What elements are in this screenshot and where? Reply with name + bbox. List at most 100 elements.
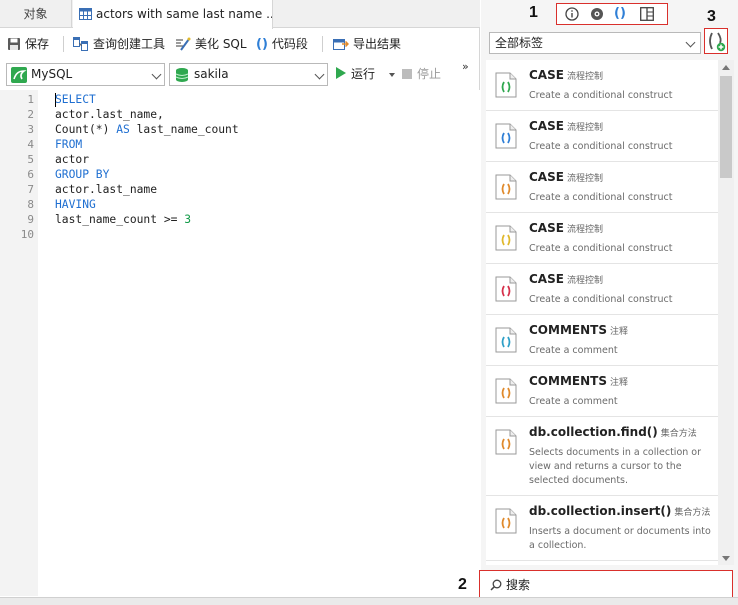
- snippet-file-icon: [495, 378, 517, 404]
- code-braces-icon: (): [256, 37, 268, 52]
- stop-button[interactable]: 停止: [402, 63, 441, 85]
- snippet-item[interactable]: CASE 流程控制 Create a conditional construct: [486, 111, 718, 162]
- snippet-tag: 集合方法: [674, 508, 711, 518]
- export-icon: [333, 36, 350, 58]
- snippet-item[interactable]: COMMENTS 注释 Create a comment: [486, 315, 718, 366]
- toolbar-divider: [322, 36, 323, 52]
- snippet-file-icon: [495, 123, 517, 149]
- sql-text: Count(*): [55, 123, 117, 136]
- code-snippet-icon[interactable]: (): [614, 7, 632, 21]
- more-tools-button[interactable]: »: [462, 61, 469, 72]
- search-input[interactable]: [506, 575, 716, 595]
- sql-number: 3: [184, 213, 192, 226]
- info-icon[interactable]: [565, 7, 579, 21]
- snippet-title: db.collection.find() 集合方法: [529, 425, 697, 439]
- snippet-item[interactable]: CASE 流程控制 Create a conditional construct: [486, 60, 718, 111]
- beautify-sql-label: 美化 SQL: [195, 37, 247, 51]
- tag-filter-value: 全部标签: [495, 36, 544, 50]
- annotation-2: 2: [458, 576, 467, 593]
- snippet-tag: 注释: [609, 378, 628, 388]
- snippet-description: Selects documents in a collection or vie…: [529, 447, 702, 486]
- snippet-description: Create a comment: [529, 345, 618, 356]
- snippet-search-box[interactable]: [479, 570, 733, 600]
- sql-editor[interactable]: 1 2 3 4 5 6 7 8 9 10 SELECT actor.last_name, Count(…: [0, 90, 480, 596]
- snippet-tag: 流程控制: [566, 225, 603, 235]
- export-results-label: 导出结果: [353, 37, 402, 51]
- line-number: 5: [27, 153, 34, 166]
- chevron-down-icon: [151, 69, 162, 80]
- line-number: 8: [27, 198, 34, 211]
- toolbar-divider: [63, 36, 64, 52]
- query-builder-button[interactable]: 查询创建工具: [73, 33, 165, 55]
- sql-keyword: SELECT: [55, 93, 96, 106]
- line-number: 10: [20, 228, 34, 241]
- snippet-title-text: db.collection.insert(): [529, 504, 672, 518]
- snippet-tag: 流程控制: [566, 123, 603, 133]
- run-label: 运行: [351, 67, 376, 81]
- save-label: 保存: [25, 37, 50, 51]
- line-number: 4: [27, 138, 34, 151]
- snippet-file-icon: [495, 225, 517, 251]
- line-number-gutter: 1 2 3 4 5 6 7 8 9 10: [0, 90, 38, 596]
- snippet-description: Create a conditional construct: [529, 243, 673, 254]
- snippet-item[interactable]: db.collection.find() 集合方法 Selects document…: [486, 417, 718, 496]
- snippet-list-scrollbar[interactable]: [718, 60, 734, 565]
- table-icon: [79, 2, 92, 20]
- snippet-item[interactable]: CASE 流程控制 Create a conditional construct: [486, 213, 718, 264]
- scroll-down-icon[interactable]: [722, 556, 730, 561]
- snippet-button[interactable]: () 代码段: [256, 33, 308, 55]
- code-line: HAVING: [55, 198, 96, 211]
- code-line: actor.last_name,: [55, 108, 164, 121]
- add-snippet-icon: [709, 32, 726, 52]
- snippet-file-icon: [495, 508, 517, 534]
- annotation-3: 3: [707, 8, 716, 25]
- new-snippet-button[interactable]: [704, 28, 728, 54]
- scroll-thumb[interactable]: [720, 76, 732, 178]
- main-toolbar: 保存 查询创建工具 美化 SQL () 代码段 导出结果: [0, 30, 480, 58]
- snippet-title: CASE 流程控制: [529, 272, 603, 286]
- snippet-title-text: COMMENTS: [529, 374, 607, 388]
- save-button[interactable]: 保存: [7, 33, 49, 55]
- line-number: 3: [27, 123, 34, 136]
- chevron-down-icon: [685, 37, 696, 48]
- snippet-tag: 集合方法: [660, 429, 697, 439]
- snippet-title-text: db.collection.find(): [529, 425, 658, 439]
- snippet-title: CASE 流程控制: [529, 68, 603, 82]
- snippet-description: Inserts a document or documents into a c…: [529, 526, 711, 551]
- tab-query[interactable]: actors with same last name ...: [73, 0, 273, 29]
- beautify-sql-button[interactable]: 美化 SQL: [175, 33, 247, 55]
- snippet-file-icon: [495, 174, 517, 200]
- database-select[interactable]: sakila: [169, 63, 328, 86]
- run-button[interactable]: 运行: [336, 63, 375, 85]
- snippet-file-icon: [495, 327, 517, 353]
- sql-text: actor: [55, 153, 90, 166]
- code-line: FROM: [55, 138, 82, 151]
- code-line: GROUP BY: [55, 168, 109, 181]
- snippet-description: Create a conditional construct: [529, 294, 673, 305]
- tab-objects[interactable]: 对象: [0, 0, 72, 28]
- snippet-description: Create a conditional construct: [529, 192, 673, 203]
- export-results-button[interactable]: 导出结果: [333, 33, 401, 55]
- code-line: last_name_count >= 3: [55, 213, 191, 226]
- snippet-title: CASE 流程控制: [529, 221, 603, 235]
- connection-type-select[interactable]: MySQL: [6, 63, 165, 86]
- panel-view-toggle-group: (): [556, 3, 668, 25]
- snippet-item[interactable]: COMMENTS 注释 Create a comment: [486, 366, 718, 417]
- snippet-item[interactable]: CASE 流程控制 Create a conditional construct: [486, 264, 718, 315]
- run-dropdown-icon[interactable]: [389, 73, 395, 77]
- split-view-icon[interactable]: [640, 7, 654, 21]
- query-builder-label: 查询创建工具: [93, 37, 166, 51]
- status-bar: [0, 597, 738, 605]
- query-editor-pane: 对象 actors with same last name ... 保存 查询创…: [0, 0, 480, 605]
- tag-filter-select[interactable]: 全部标签: [489, 32, 701, 54]
- preview-eye-icon[interactable]: [590, 7, 604, 21]
- line-number: 2: [27, 108, 34, 121]
- sql-text: last_name_count >=: [55, 213, 185, 226]
- snippet-item[interactable]: db.collection.insert() 集合方法 Inserts a docu…: [486, 496, 718, 561]
- snippet-title: db.collection.insert() 集合方法: [529, 504, 710, 518]
- code-line: actor: [55, 153, 89, 166]
- tab-query-label: actors with same last name ...: [96, 7, 273, 21]
- scroll-up-icon[interactable]: [722, 65, 730, 70]
- snippet-item[interactable]: CASE 流程控制 Create a conditional construct: [486, 162, 718, 213]
- beautify-icon: [175, 36, 191, 58]
